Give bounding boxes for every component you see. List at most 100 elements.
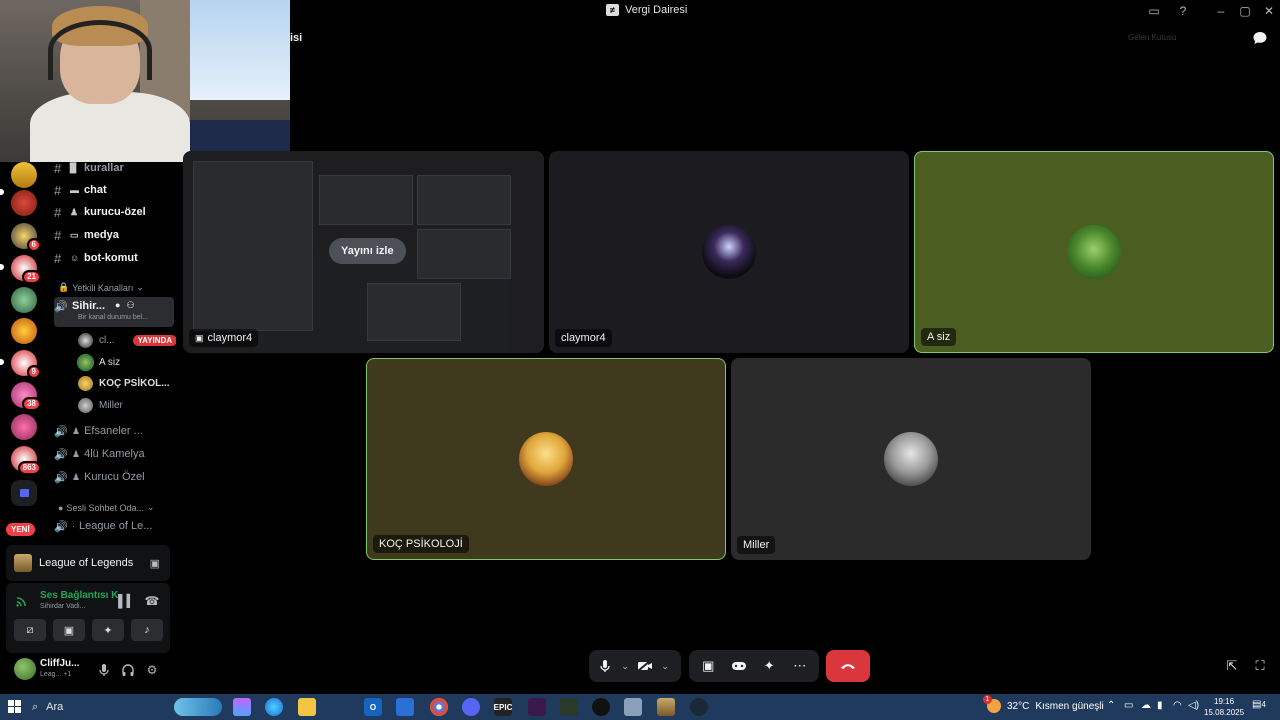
- copilot-icon[interactable]: [233, 698, 251, 716]
- fullscreen-icon[interactable]: ⛶: [1251, 657, 1269, 675]
- disconnect-icon[interactable]: ☎: [140, 589, 164, 613]
- voice-channel[interactable]: 🔊 · League of Le...: [54, 516, 174, 536]
- member-miller[interactable]: Miller: [78, 396, 123, 414]
- server-icon-8[interactable]: 38: [11, 382, 41, 411]
- maximize-button[interactable]: ▢: [1237, 3, 1253, 19]
- inbox-icon[interactable]: ▭: [1146, 3, 1162, 19]
- disconnect-button[interactable]: [826, 650, 870, 682]
- taskbar-clock[interactable]: 19:16 15.08.2025: [1204, 696, 1244, 718]
- server-icon-4[interactable]: 21: [11, 255, 41, 284]
- discord-icon[interactable]: [462, 698, 480, 716]
- chevron-down-icon[interactable]: ⌄: [617, 652, 633, 680]
- windows-start-icon[interactable]: [8, 700, 22, 714]
- gear-icon[interactable]: ⚙: [142, 660, 162, 680]
- headphones-icon[interactable]: [118, 660, 138, 680]
- server-icon-10[interactable]: 863: [11, 446, 41, 475]
- category-staff[interactable]: 🔒 Yetkili Kanalları ⌄: [58, 282, 144, 293]
- voice-channel[interactable]: 🔊 ♟ Kurucu Özel: [54, 467, 174, 487]
- connection-channel[interactable]: Sihirdar Vadi...: [40, 603, 85, 610]
- tile-label: claymor4: [555, 329, 612, 347]
- mic-button[interactable]: [593, 652, 617, 680]
- watch-stream-button[interactable]: Yayını izle: [329, 238, 406, 264]
- voice-channel-active[interactable]: 🔊 Sihir... ● ⚇ Bir kanal durumu bel...: [54, 297, 174, 327]
- tray-icon[interactable]: ☁: [1141, 700, 1151, 711]
- member-koc[interactable]: KOÇ PSİKOL...: [78, 374, 170, 392]
- chrome-icon[interactable]: [430, 698, 448, 716]
- user-avatar[interactable]: [14, 658, 36, 680]
- soundboard-button[interactable]: ✦: [757, 652, 781, 680]
- tray-icon[interactable]: ▮: [1157, 700, 1163, 711]
- channel-kurucu-ozel[interactable]: # ♟ kurucu-özel: [54, 202, 174, 222]
- server-icon-3[interactable]: 6: [11, 223, 41, 252]
- tile-label: KOÇ PSİKOLOJİ: [373, 535, 469, 553]
- weather-widget[interactable]: 1 32°C Kısmen güneşli: [983, 695, 1104, 713]
- speaker-icon: 🔊: [54, 448, 68, 461]
- participant-tile-koc[interactable]: KOÇ PSİKOLOJİ: [366, 358, 726, 560]
- server-icon-2[interactable]: [11, 190, 37, 216]
- screen-share-button[interactable]: ▣: [696, 652, 720, 680]
- server-icon-1[interactable]: [11, 162, 37, 188]
- stream-tile[interactable]: Yayını izle ▣ claymor4: [183, 151, 544, 353]
- participant-tile-claymor[interactable]: claymor4: [549, 151, 909, 353]
- noise-suppression-icon[interactable]: ▌▍: [115, 589, 139, 613]
- screen-share-button[interactable]: ▣: [53, 619, 85, 641]
- file-explorer-icon[interactable]: [298, 698, 316, 716]
- camera-off-button[interactable]: ⧄: [14, 619, 46, 641]
- new-badge[interactable]: YENİ: [6, 523, 35, 536]
- taskbar-search[interactable]: ⌕ Ara: [32, 698, 222, 716]
- tray-icon[interactable]: ▭: [1124, 700, 1133, 711]
- channel-kurallar[interactable]: # ▉ kurallar: [54, 160, 174, 178]
- soundboard-button[interactable]: ♪: [131, 619, 163, 641]
- more-options-button[interactable]: ⋯: [788, 652, 812, 680]
- minimize-button[interactable]: –: [1213, 3, 1229, 19]
- app-icon[interactable]: [624, 698, 642, 716]
- member-cl[interactable]: cl... YAYINDA: [78, 331, 176, 349]
- channel-medya[interactable]: # ▭ medya: [54, 225, 174, 245]
- preview-panel: [193, 161, 313, 331]
- add-member-icon[interactable]: ⚇: [126, 300, 134, 311]
- epic-games-icon[interactable]: EPIC: [494, 698, 512, 716]
- outlook-icon[interactable]: O: [364, 698, 382, 716]
- help-icon[interactable]: ?: [1175, 3, 1191, 19]
- store-icon[interactable]: [396, 698, 414, 716]
- webcam-overlay: [0, 0, 290, 162]
- folder-icon[interactable]: [11, 480, 37, 506]
- volume-icon[interactable]: ◁): [1188, 700, 1199, 711]
- server-icon-9[interactable]: [11, 414, 37, 440]
- user-name[interactable]: CliffJu...: [40, 658, 79, 669]
- activity-button[interactable]: [727, 652, 751, 680]
- close-button[interactable]: ✕: [1261, 3, 1277, 19]
- preview-panel: [417, 175, 511, 225]
- screen-share-icon[interactable]: ▣: [150, 557, 160, 570]
- activity-button[interactable]: ✦: [92, 619, 124, 641]
- game-activity-panel[interactable]: League of Legends ▣: [6, 545, 170, 581]
- wifi-icon[interactable]: ◠: [1173, 700, 1182, 711]
- member-a-siz[interactable]: A siz: [78, 353, 120, 371]
- notification-center-icon[interactable]: ▤4: [1252, 699, 1268, 715]
- participant-tile-miller[interactable]: Miller: [731, 358, 1091, 560]
- app-icon[interactable]: [528, 698, 546, 716]
- voice-channel[interactable]: 🔊 ♟ Efsaneler ...: [54, 421, 174, 441]
- chevron-up-icon[interactable]: ⌃: [1107, 700, 1115, 711]
- popout-icon[interactable]: ⇱: [1223, 657, 1241, 675]
- category-voice[interactable]: ● Sesli Sohbet Oda... ⌄: [58, 502, 155, 513]
- signal-icon[interactable]: [10, 589, 34, 613]
- channel-bot-komut[interactable]: # ☺ bot-komut: [54, 248, 174, 268]
- person-icon: ♟: [70, 206, 79, 217]
- chevron-down-icon[interactable]: ⌄: [657, 652, 673, 680]
- server-icon-7[interactable]: 9: [11, 350, 41, 379]
- steam-icon[interactable]: [690, 698, 708, 716]
- server-icon-5[interactable]: [11, 287, 37, 313]
- server-icon-6[interactable]: [11, 318, 37, 344]
- chat-bubble-icon[interactable]: [1252, 30, 1268, 46]
- app-icon[interactable]: [592, 698, 610, 716]
- chat-icon[interactable]: ●: [115, 300, 120, 310]
- channel-chat[interactable]: # ▬ chat: [54, 180, 174, 200]
- edge-icon[interactable]: [265, 698, 283, 716]
- league-client-icon[interactable]: [657, 698, 675, 716]
- voice-channel[interactable]: 🔊 ♟ 4lü Kamelya: [54, 444, 174, 464]
- app-icon[interactable]: [560, 698, 578, 716]
- participant-tile-a-siz[interactable]: A siz: [914, 151, 1274, 353]
- mic-icon[interactable]: [94, 660, 114, 680]
- camera-off-button[interactable]: [633, 652, 657, 680]
